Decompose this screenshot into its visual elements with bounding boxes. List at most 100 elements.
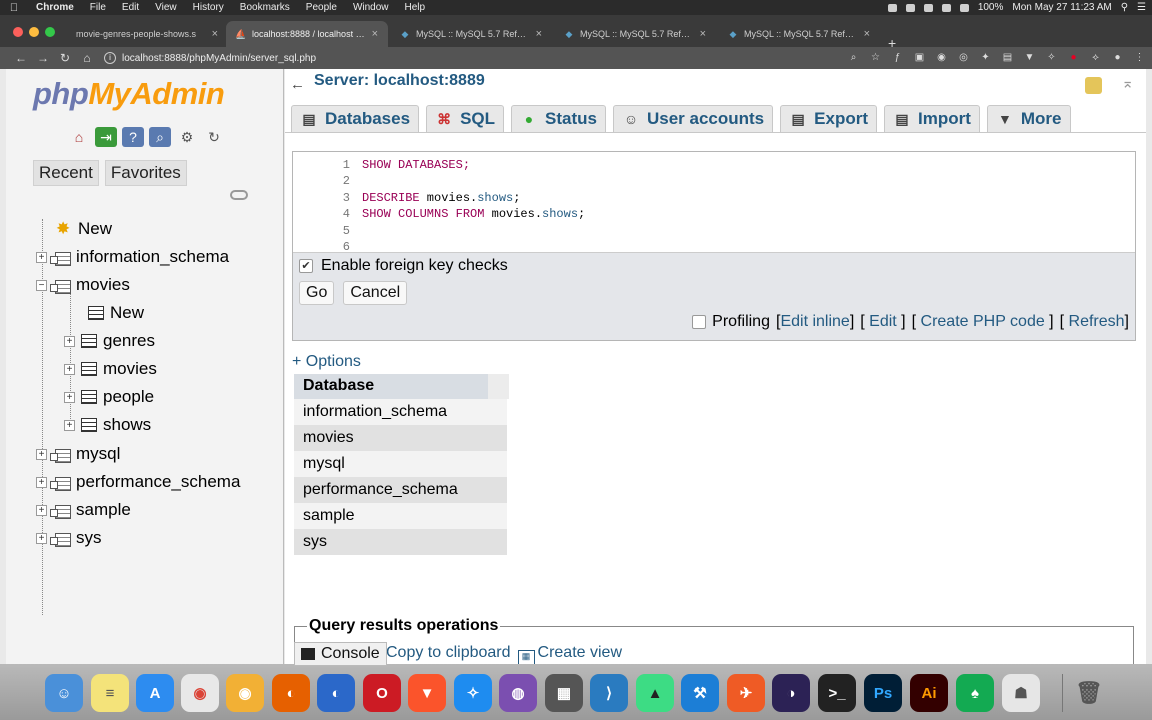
extension-icon[interactable]: ƒ (891, 51, 904, 64)
dock-finder[interactable]: ☺ (45, 674, 83, 712)
expand-icon[interactable]: + (64, 419, 75, 431)
collapse-navigation-icon[interactable]: ← (290, 76, 305, 93)
tree-table-people[interactable]: + people (64, 383, 154, 411)
phpmyadmin-logo[interactable]: phpMyAdmin (33, 76, 225, 112)
edit-link[interactable]: Edit (869, 313, 897, 330)
column-header-database[interactable]: Database (294, 374, 507, 399)
copy-to-clipboard-link[interactable]: Copy to clipboard (386, 644, 511, 666)
dock-chrome-canary[interactable]: ◉ (226, 674, 264, 712)
menu-window[interactable]: Window (345, 0, 397, 15)
extension-icon[interactable]: ◉ (935, 51, 948, 64)
menu-file[interactable]: File (82, 0, 114, 15)
dock-tor[interactable]: ◍ (499, 674, 537, 712)
menu-bookmarks[interactable]: Bookmarks (232, 0, 298, 15)
expand-icon[interactable]: + (36, 476, 47, 488)
spotlight-icon[interactable]: ⚲ (1121, 2, 1128, 13)
link-with-main-panel-icon[interactable] (230, 190, 248, 200)
status-icon[interactable] (905, 3, 915, 12)
table-row[interactable]: movies (294, 425, 507, 451)
pinterest-icon[interactable]: ● (1067, 51, 1080, 64)
sql-editor[interactable]: 1 SHOW DATABASES; 2 3 DESCRIBE movies.sh… (293, 152, 1135, 253)
status-icon[interactable] (923, 3, 933, 12)
cancel-button[interactable]: Cancel (343, 281, 408, 305)
extension-icon[interactable]: ▼ (1023, 51, 1036, 64)
status-icon[interactable] (887, 3, 897, 12)
menu-edit[interactable]: Edit (114, 0, 147, 15)
tab-status[interactable]: ● Status (511, 105, 606, 132)
volume-icon[interactable] (959, 3, 969, 12)
favorites-button[interactable]: Favorites (104, 160, 187, 186)
menu-view[interactable]: View (147, 0, 185, 15)
tree-db-sys[interactable]: + sys (36, 524, 102, 552)
dock-firefox[interactable]: ◐ (272, 674, 310, 712)
expand-icon[interactable]: + (36, 448, 47, 460)
dock-app-store[interactable]: A (136, 674, 174, 712)
tree-new-table[interactable]: New (88, 299, 144, 327)
dock-tableplus[interactable]: ☗ (1002, 674, 1040, 712)
scroll-top-icon[interactable]: ⌅ (1121, 74, 1134, 92)
table-row[interactable]: performance_schema (294, 477, 507, 503)
table-row[interactable]: mysql (294, 451, 507, 477)
browser-tab-active[interactable]: ⛵ localhost:8888 / localhost | ph × (226, 21, 388, 47)
logout-icon[interactable]: ⇥ (95, 127, 117, 147)
server-breadcrumb[interactable]: Server: localhost:8889 (314, 72, 485, 90)
tree-table-genres[interactable]: + genres (64, 327, 155, 355)
menu-history[interactable]: History (185, 0, 232, 15)
tree-db-performance-schema[interactable]: + performance_schema (36, 468, 240, 496)
browser-tab[interactable]: ◆ MySQL :: MySQL 5.7 Reference × (554, 21, 716, 47)
go-button[interactable]: Go (299, 281, 335, 305)
bookmark-star-icon[interactable]: ☆ (869, 51, 882, 64)
refresh-link[interactable]: Refresh (1069, 313, 1125, 330)
home-icon[interactable]: ⌂ (68, 127, 90, 147)
clock[interactable]: Mon May 27 11:23 AM (1012, 2, 1111, 13)
table-row[interactable]: information_schema (294, 399, 507, 425)
reload-navigation-icon[interactable]: ↻ (203, 127, 225, 147)
create-php-code-link[interactable]: Create PHP code (921, 313, 1045, 330)
sql-docs-icon[interactable]: ⌕ (149, 127, 171, 147)
tree-table-movies[interactable]: + movies (64, 355, 157, 383)
dock-photoshop[interactable]: Ps (864, 674, 902, 712)
menu-help[interactable]: Help (397, 0, 434, 15)
tree-new-database[interactable]: ✸ New (56, 215, 112, 243)
console-toggle[interactable]: Console (294, 642, 387, 666)
tab-databases[interactable]: ▤ Databases (291, 105, 420, 132)
menu-list-icon[interactable]: ☰ (1137, 2, 1146, 13)
extension-icon[interactable]: ▣ (913, 51, 926, 64)
tab-import[interactable]: ▤ Import (884, 105, 980, 132)
tree-db-movies[interactable]: − movies (36, 271, 130, 299)
apple-icon[interactable]:  (0, 2, 28, 14)
dock-firefox-developer[interactable]: ◐ (317, 674, 355, 712)
create-view-link[interactable]: ▦ Create view (517, 644, 622, 666)
chrome-menu-icon[interactable]: ⋮ (1133, 51, 1146, 64)
browser-tab[interactable]: ◆ MySQL :: MySQL 5.7 Reference × (390, 21, 552, 47)
tab-sql[interactable]: ⌘ SQL (426, 105, 505, 132)
dock-terminal[interactable]: >_ (818, 674, 856, 712)
profiling-checkbox[interactable] (692, 315, 707, 329)
expand-icon[interactable]: + (64, 391, 75, 403)
dock-keynote[interactable]: ▦ (545, 674, 583, 712)
expand-icon[interactable]: + (36, 532, 47, 544)
dock-android-studio[interactable]: ▲ (636, 674, 674, 712)
dock-eclipse[interactable]: ◑ (772, 674, 810, 712)
dock-postman[interactable]: ✈ (727, 674, 765, 712)
table-row[interactable]: sys (294, 529, 507, 555)
close-tab-icon[interactable]: × (864, 28, 870, 40)
close-tab-icon[interactable]: × (700, 28, 706, 40)
zoom-window-button[interactable] (45, 27, 55, 37)
settings-gear-icon[interactable]: ⚙ (176, 127, 198, 147)
site-info-icon[interactable]: i (104, 52, 116, 64)
expand-icon[interactable]: + (64, 335, 75, 347)
dock-chrome[interactable]: ◉ (181, 674, 219, 712)
tree-table-shows[interactable]: + shows (64, 411, 151, 439)
extension-icon[interactable]: ▤ (1001, 51, 1014, 64)
lock-icon[interactable] (1085, 77, 1102, 94)
extension-icon[interactable]: ⟡ (1089, 51, 1102, 64)
menu-people[interactable]: People (298, 0, 345, 15)
dock-vscode[interactable]: ⟩ (590, 674, 628, 712)
recent-button[interactable]: Recent (33, 160, 99, 186)
home-icon[interactable]: ⌂ (76, 51, 98, 65)
forward-icon[interactable]: → (32, 51, 54, 65)
battery-percent[interactable]: 100% (978, 2, 1004, 13)
extension-icon[interactable]: ✧ (1045, 51, 1058, 64)
dock-notes[interactable]: ≡ (91, 674, 129, 712)
